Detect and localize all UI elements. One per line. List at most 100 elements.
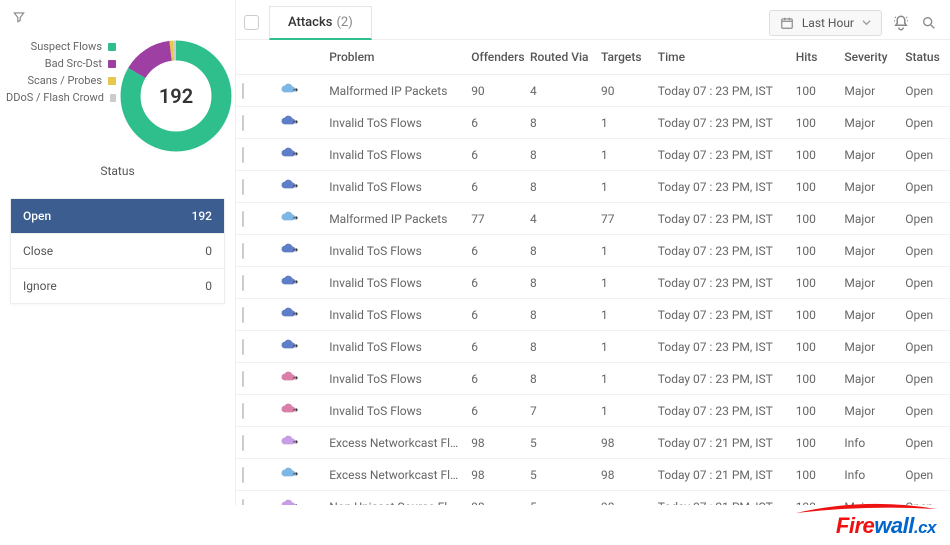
firewall-cx-logo: Firewall.cx <box>836 513 936 539</box>
status-row-close[interactable]: Close0 <box>11 233 224 268</box>
cell-targets: 1 <box>595 395 652 427</box>
cell-hits: 100 <box>790 459 839 491</box>
row-checkbox[interactable] <box>242 403 244 419</box>
cell-targets: 1 <box>595 331 652 363</box>
cell-severity: Info <box>838 427 899 459</box>
tab-attacks[interactable]: Attacks (2) <box>269 6 372 40</box>
cell-severity: Major <box>838 75 899 107</box>
cell-problem: Invalid ToS Flows <box>323 267 465 299</box>
cell-severity: Major <box>838 363 899 395</box>
cell-hits: 100 <box>790 171 839 203</box>
column-header[interactable]: Hits <box>790 40 839 75</box>
cell-hits: 100 <box>790 299 839 331</box>
row-checkbox[interactable] <box>242 179 244 195</box>
cell-severity: Info <box>838 459 899 491</box>
cell-status: Open <box>899 363 950 395</box>
table-row[interactable]: Malformed IP Packets77477Today 07 : 23 P… <box>236 203 950 235</box>
row-checkbox[interactable] <box>242 467 244 483</box>
table-row[interactable]: Excess Networkcast Flows98598Today 07 : … <box>236 427 950 459</box>
legend-item[interactable]: Suspect Flows <box>6 40 116 53</box>
row-checkbox[interactable] <box>242 371 244 387</box>
alerts-icon[interactable] <box>892 14 910 32</box>
cell-offenders: 6 <box>465 395 524 427</box>
status-card: Open192Close0Ignore0 <box>10 198 225 304</box>
cell-time: Today 07 : 23 PM, IST <box>652 139 790 171</box>
table-row[interactable]: Malformed IP Packets90490Today 07 : 23 P… <box>236 75 950 107</box>
row-checkbox[interactable] <box>242 339 244 355</box>
cell-routed: 4 <box>524 203 595 235</box>
table-row[interactable]: Invalid ToS Flows681Today 07 : 23 PM, IS… <box>236 267 950 299</box>
cell-severity: Major <box>838 299 899 331</box>
column-header[interactable]: Routed Via <box>524 40 595 75</box>
status-row-open[interactable]: Open192 <box>11 199 224 233</box>
row-checkbox[interactable] <box>242 435 244 451</box>
cell-hits: 100 <box>790 139 839 171</box>
tab-label: Attacks <box>288 15 332 30</box>
legend-item[interactable]: Bad Src-Dst <box>6 57 116 70</box>
cloud-icon <box>279 338 299 352</box>
cloud-icon <box>279 306 299 320</box>
row-checkbox[interactable] <box>242 243 244 259</box>
legend-item[interactable]: DDoS / Flash Crowd <box>6 91 116 104</box>
cell-routed: 8 <box>524 267 595 299</box>
table-row[interactable]: Invalid ToS Flows681Today 07 : 23 PM, IS… <box>236 171 950 203</box>
cell-severity: Major <box>838 203 899 235</box>
row-checkbox[interactable] <box>242 275 244 291</box>
cloud-icon <box>279 146 299 160</box>
table-row[interactable]: Excess Networkcast Flows98598Today 07 : … <box>236 459 950 491</box>
cell-problem: Invalid ToS Flows <box>323 395 465 427</box>
table-row[interactable]: Invalid ToS Flows681Today 07 : 23 PM, IS… <box>236 139 950 171</box>
cell-offenders: 6 <box>465 171 524 203</box>
cloud-icon <box>279 434 299 448</box>
cell-time: Today 07 : 23 PM, IST <box>652 395 790 427</box>
table-row[interactable]: Invalid ToS Flows681Today 07 : 23 PM, IS… <box>236 107 950 139</box>
cloud-icon <box>279 466 299 480</box>
cell-hits: 100 <box>790 395 839 427</box>
cell-targets: 98 <box>595 491 652 506</box>
table-row[interactable]: Invalid ToS Flows681Today 07 : 23 PM, IS… <box>236 235 950 267</box>
cell-targets: 1 <box>595 363 652 395</box>
cell-severity: Major <box>838 267 899 299</box>
cell-offenders: 77 <box>465 203 524 235</box>
row-checkbox[interactable] <box>242 211 244 227</box>
column-header[interactable] <box>236 40 273 75</box>
table-row[interactable]: Invalid ToS Flows681Today 07 : 23 PM, IS… <box>236 299 950 331</box>
column-header[interactable]: Targets <box>595 40 652 75</box>
table-row[interactable]: Invalid ToS Flows671Today 07 : 23 PM, IS… <box>236 395 950 427</box>
column-header[interactable]: Severity <box>838 40 899 75</box>
table-row[interactable]: Invalid ToS Flows681Today 07 : 23 PM, IS… <box>236 363 950 395</box>
row-checkbox[interactable] <box>242 307 244 323</box>
row-checkbox[interactable] <box>242 147 244 163</box>
table-row[interactable]: Invalid ToS Flows681Today 07 : 23 PM, IS… <box>236 331 950 363</box>
status-donut-chart: 192 <box>116 36 236 156</box>
cell-time: Today 07 : 23 PM, IST <box>652 75 790 107</box>
time-range-dropdown[interactable]: Last Hour <box>769 10 882 36</box>
cell-offenders: 6 <box>465 267 524 299</box>
select-all-checkbox[interactable] <box>244 15 259 30</box>
cell-time: Today 07 : 23 PM, IST <box>652 331 790 363</box>
column-header[interactable]: Offenders <box>465 40 524 75</box>
column-header[interactable]: Time <box>652 40 790 75</box>
row-checkbox[interactable] <box>242 499 244 506</box>
cell-problem: Invalid ToS Flows <box>323 331 465 363</box>
cell-targets: 1 <box>595 235 652 267</box>
filter-icon[interactable] <box>10 8 28 26</box>
row-checkbox[interactable] <box>242 115 244 131</box>
row-checkbox[interactable] <box>242 83 244 99</box>
column-header[interactable]: Status <box>899 40 950 75</box>
cloud-icon <box>279 498 299 505</box>
cell-status: Open <box>899 267 950 299</box>
column-header[interactable] <box>273 40 324 75</box>
cell-targets: 1 <box>595 107 652 139</box>
cell-offenders: 6 <box>465 107 524 139</box>
status-value: 192 <box>192 209 212 223</box>
legend-item[interactable]: Scans / Probes <box>6 74 116 87</box>
calendar-icon <box>780 16 794 30</box>
status-label: Ignore <box>23 279 57 293</box>
cloud-icon <box>279 210 299 224</box>
search-icon[interactable] <box>920 14 938 32</box>
status-row-ignore[interactable]: Ignore0 <box>11 268 224 303</box>
column-header[interactable]: Problem <box>323 40 465 75</box>
cell-status: Open <box>899 139 950 171</box>
cell-problem: Invalid ToS Flows <box>323 171 465 203</box>
